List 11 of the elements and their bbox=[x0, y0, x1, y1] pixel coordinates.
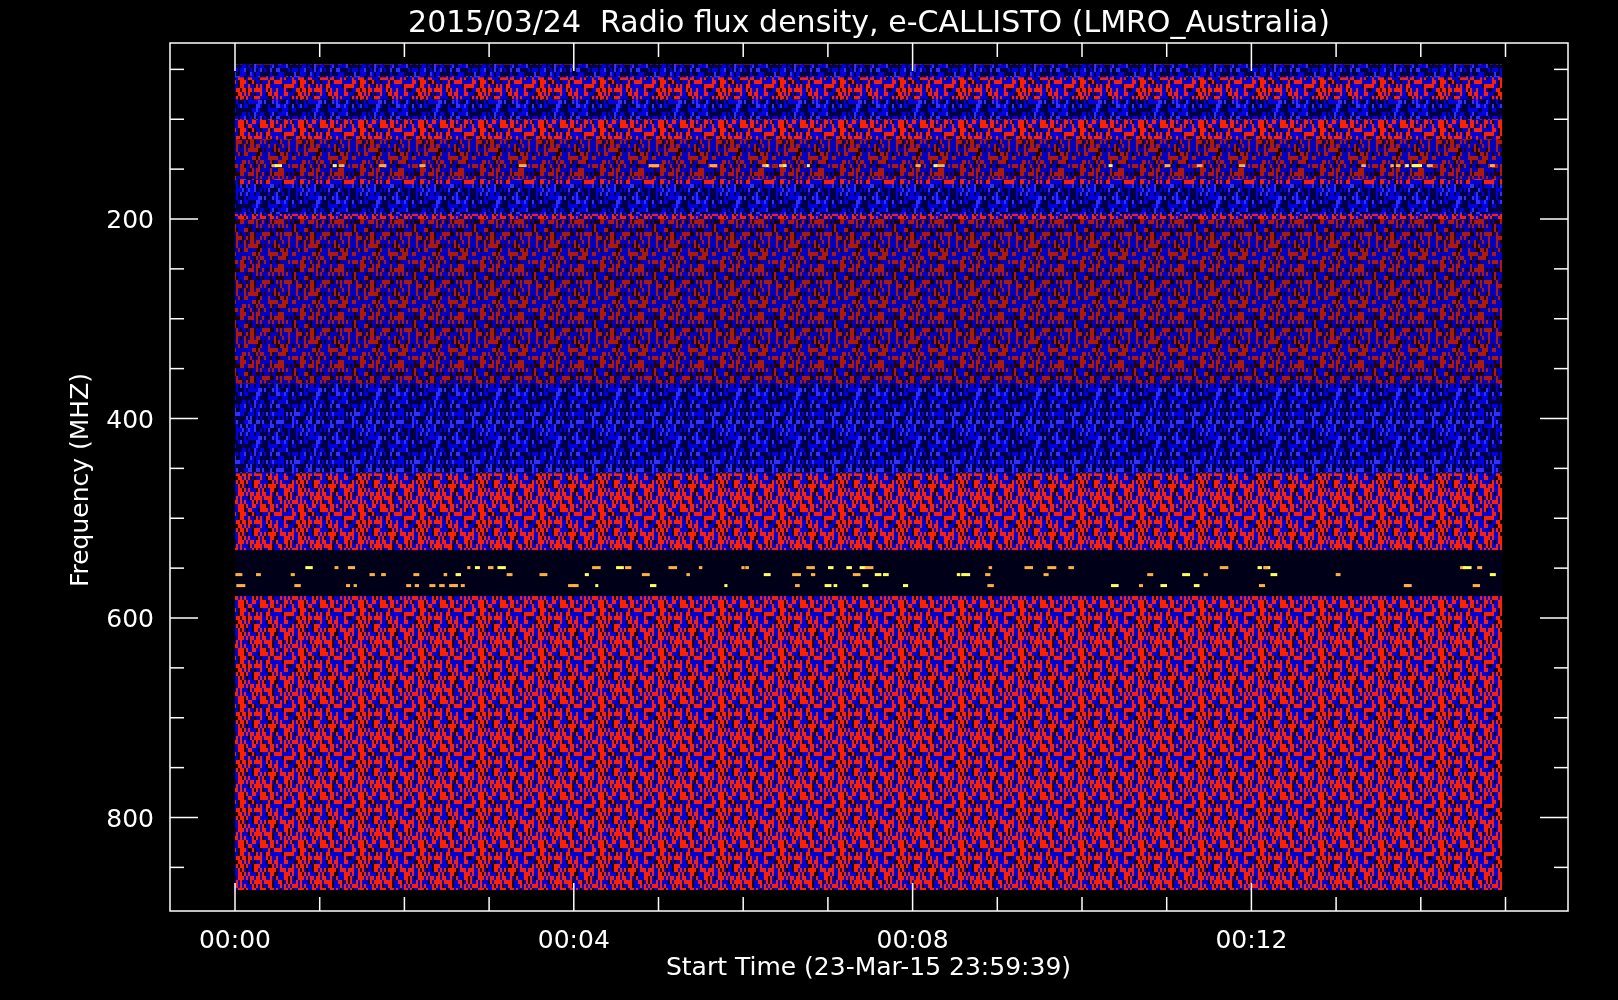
chart-title: 2015/03/24 Radio flux density, e-CALLISTO (LMRO_Australia) bbox=[408, 4, 1330, 39]
tick-label: 00:04 bbox=[537, 925, 610, 954]
tick-label: 00:12 bbox=[1215, 925, 1288, 954]
tick-label: 400 bbox=[106, 404, 154, 434]
tick-label: 200 bbox=[106, 205, 154, 234]
tick-label: 600 bbox=[106, 604, 154, 633]
tick-label: 00:08 bbox=[876, 925, 949, 954]
tick-label: 800 bbox=[106, 803, 154, 833]
y-axis-label: Frequency (MHZ) bbox=[65, 372, 94, 588]
x-axis-label: Start Time (23-Mar-15 23:59:39) bbox=[665, 952, 1072, 981]
tick-label: 00:00 bbox=[199, 925, 271, 954]
